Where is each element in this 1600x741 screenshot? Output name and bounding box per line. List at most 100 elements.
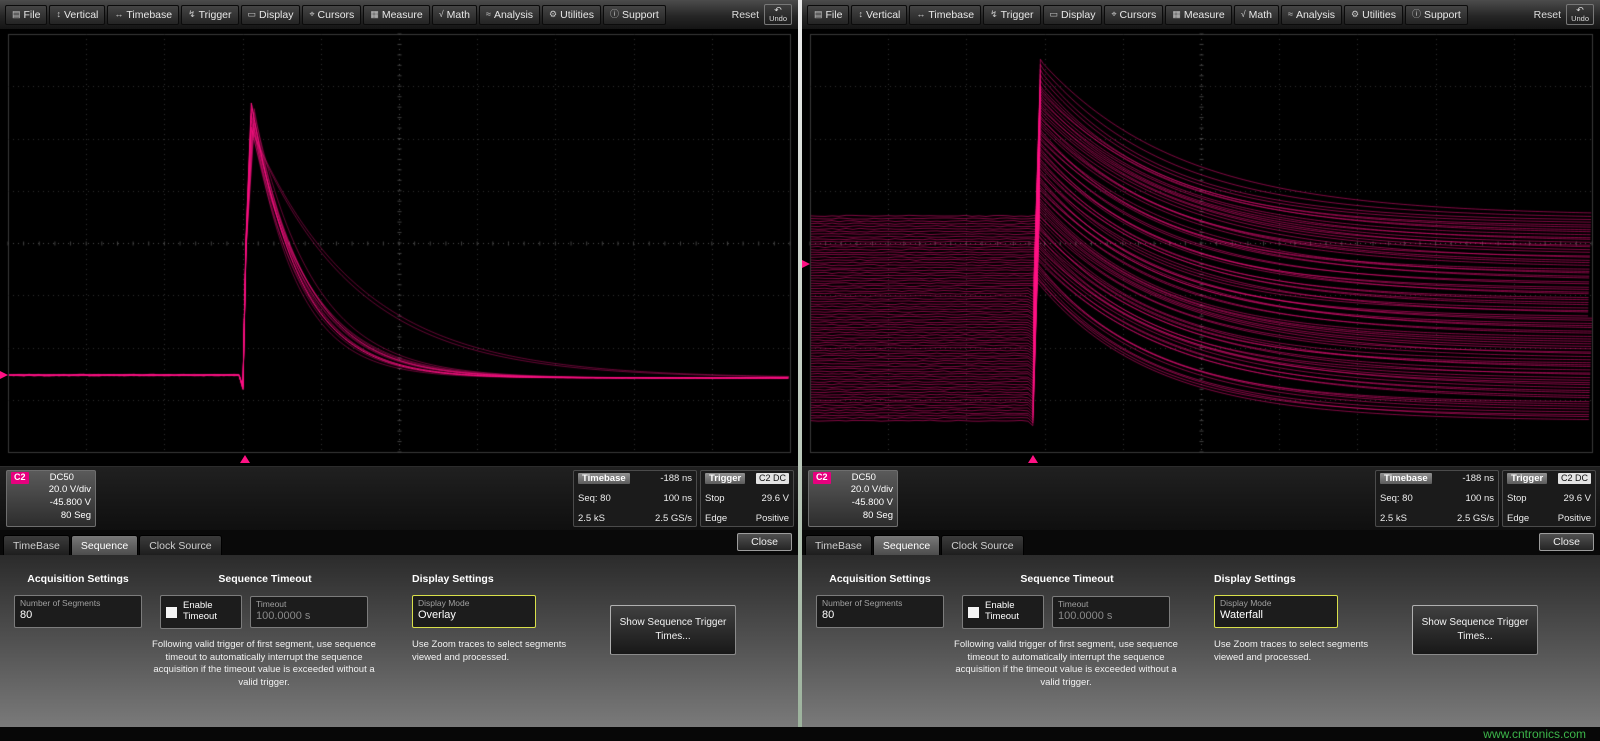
- number-of-segments-label: Number of Segments: [822, 598, 938, 608]
- timeout-input[interactable]: Timeout 100.0000 s: [1052, 596, 1170, 628]
- show-sequence-trigger-times-button[interactable]: Show Sequence Trigger Times...: [1412, 605, 1538, 655]
- show-sequence-trigger-times-button[interactable]: Show Sequence Trigger Times...: [610, 605, 736, 655]
- utilities-icon: ⚙: [549, 10, 557, 19]
- trigger-type: Edge: [705, 513, 727, 524]
- menu-item-support[interactable]: ⓘSupport: [603, 5, 666, 25]
- vertical-icon: ↕: [858, 10, 863, 19]
- menu-label: Timebase: [928, 9, 974, 21]
- tab-sequence[interactable]: Sequence: [71, 535, 138, 555]
- menu-item-trigger[interactable]: ↯Trigger: [983, 5, 1040, 25]
- dialog-tab-bar: TimeBase Sequence Clock Source Close: [0, 530, 798, 555]
- reset-label[interactable]: Reset: [732, 9, 759, 21]
- scope-panel-overlay: ▤File ↕Vertical ↔Timebase ↯Trigger ▭Disp…: [0, 0, 798, 727]
- tab-sequence[interactable]: Sequence: [873, 535, 940, 555]
- tab-timebase[interactable]: TimeBase: [3, 535, 70, 555]
- trigger-summary[interactable]: TriggerC2 DC Stop29.6 V EdgePositive: [700, 470, 794, 527]
- menu-label: Math: [1249, 9, 1272, 21]
- timebase-title: Timebase: [1380, 473, 1432, 484]
- menu-item-vertical[interactable]: ↕Vertical: [49, 5, 105, 25]
- trigger-slope: Positive: [1558, 513, 1591, 524]
- utilities-icon: ⚙: [1351, 10, 1359, 19]
- undo-button[interactable]: ↶Undo: [764, 4, 792, 25]
- number-of-segments-input[interactable]: Number of Segments 80: [14, 595, 142, 628]
- timebase-summary[interactable]: Timebase-188 ns Seq: 80100 ns 2.5 kS2.5 …: [573, 470, 697, 527]
- channel-descriptor[interactable]: C2DC50 20.0 V/div -45.800 V 80 Seg: [6, 470, 96, 527]
- number-of-segments-label: Number of Segments: [20, 598, 136, 608]
- sequence-dialog-body: Acquisition Settings Number of Segments …: [802, 555, 1600, 727]
- file-icon: ▤: [12, 10, 21, 19]
- menu-item-utilities[interactable]: ⚙Utilities: [542, 5, 601, 25]
- menu-item-analysis[interactable]: ≈Analysis: [1281, 5, 1342, 25]
- menu-item-file[interactable]: ▤File: [5, 5, 47, 25]
- menu-item-math[interactable]: √Math: [1234, 5, 1279, 25]
- enable-timeout-label: Enable Timeout: [985, 601, 1039, 623]
- status-summaries: Timebase-188 ns Seq: 80100 ns 2.5 kS2.5 …: [1375, 470, 1596, 527]
- menu-items: ▤File ↕Vertical ↔Timebase ↯Trigger ▭Disp…: [806, 0, 1469, 29]
- channel-segments: 80 Seg: [813, 510, 893, 523]
- display-mode-select[interactable]: Display Mode Overlay: [412, 595, 536, 628]
- trigger-position-marker[interactable]: [1028, 455, 1038, 463]
- menu-item-measure[interactable]: ▦Measure: [1165, 5, 1231, 25]
- enable-timeout-label: Enable Timeout: [183, 601, 237, 623]
- footer-bar: www.cntronics.com: [0, 727, 1600, 741]
- undo-button[interactable]: ↶Undo: [1566, 4, 1594, 25]
- menu-item-cursors[interactable]: ⌖Cursors: [1104, 5, 1163, 25]
- trigger-mode: Stop: [705, 493, 725, 504]
- reset-label[interactable]: Reset: [1534, 9, 1561, 21]
- number-of-segments-input[interactable]: Number of Segments 80: [816, 595, 944, 628]
- menu-item-vertical[interactable]: ↕Vertical: [851, 5, 907, 25]
- trigger-level: 29.6 V: [1564, 493, 1591, 504]
- waveform-display[interactable]: [0, 30, 798, 466]
- display-help-text: Use Zoom traces to select segments viewe…: [412, 639, 570, 664]
- menu-item-cursors[interactable]: ⌖Cursors: [302, 5, 361, 25]
- menu-item-display[interactable]: ▭Display: [1043, 5, 1103, 25]
- menu-label: Display: [259, 9, 293, 21]
- channel-offset-marker[interactable]: [802, 260, 810, 268]
- menu-item-display[interactable]: ▭Display: [241, 5, 301, 25]
- menu-item-support[interactable]: ⓘSupport: [1405, 5, 1468, 25]
- scope-panel-waterfall: ▤File ↕Vertical ↔Timebase ↯Trigger ▭Disp…: [802, 0, 1600, 727]
- menu-item-utilities[interactable]: ⚙Utilities: [1344, 5, 1403, 25]
- checkbox-icon[interactable]: [165, 606, 178, 619]
- menu-label: Cursors: [318, 9, 355, 21]
- timeout-value: 100.0000 s: [256, 609, 362, 623]
- enable-timeout-checkbox[interactable]: Enable Timeout: [962, 595, 1044, 629]
- timeout-help-text: Following valid trigger of first segment…: [150, 639, 378, 689]
- tab-timebase[interactable]: TimeBase: [805, 535, 872, 555]
- channel-descriptor[interactable]: C2DC50 20.0 V/div -45.800 V 80 Seg: [808, 470, 898, 527]
- close-button[interactable]: Close: [1539, 533, 1594, 551]
- menu-item-timebase[interactable]: ↔Timebase: [909, 5, 981, 25]
- timebase-summary[interactable]: Timebase-188 ns Seq: 80100 ns 2.5 kS2.5 …: [1375, 470, 1499, 527]
- channel-segments: 80 Seg: [11, 510, 91, 523]
- analysis-icon: ≈: [486, 10, 491, 19]
- menu-item-analysis[interactable]: ≈Analysis: [479, 5, 540, 25]
- tab-clock-source[interactable]: Clock Source: [139, 535, 221, 555]
- measure-icon: ▦: [1172, 10, 1181, 19]
- menu-item-trigger[interactable]: ↯Trigger: [181, 5, 238, 25]
- timebase-samples: 2.5 kS: [578, 513, 605, 524]
- timebase-interval: 100 ns: [1465, 493, 1494, 504]
- math-icon: √: [1241, 10, 1246, 19]
- timeout-input[interactable]: Timeout 100.0000 s: [250, 596, 368, 628]
- menu-item-timebase[interactable]: ↔Timebase: [107, 5, 179, 25]
- trigger-position-marker[interactable]: [240, 455, 250, 463]
- display-mode-select[interactable]: Display Mode Waterfall: [1214, 595, 1338, 628]
- tab-clock-source[interactable]: Clock Source: [941, 535, 1023, 555]
- timebase-delay: -188 ns: [1462, 473, 1494, 484]
- enable-timeout-checkbox[interactable]: Enable Timeout: [160, 595, 242, 629]
- cursors-icon: ⌖: [1111, 10, 1116, 19]
- menu-item-measure[interactable]: ▦Measure: [363, 5, 429, 25]
- menu-items: ▤File ↕Vertical ↔Timebase ↯Trigger ▭Disp…: [4, 0, 667, 29]
- waveform-display[interactable]: [802, 30, 1600, 466]
- channel-offset-marker[interactable]: [0, 371, 8, 379]
- trigger-title: Trigger: [1507, 473, 1547, 484]
- timebase-dialog: TimeBase Sequence Clock Source Close Acq…: [802, 530, 1600, 727]
- trigger-mode: Stop: [1507, 493, 1527, 504]
- menu-item-math[interactable]: √Math: [432, 5, 477, 25]
- menu-item-file[interactable]: ▤File: [807, 5, 849, 25]
- trigger-summary[interactable]: TriggerC2 DC Stop29.6 V EdgePositive: [1502, 470, 1596, 527]
- close-button[interactable]: Close: [737, 533, 792, 551]
- trigger-source: C2 DC: [756, 473, 789, 484]
- checkbox-icon[interactable]: [967, 606, 980, 619]
- waveform-canvas: [802, 30, 1600, 466]
